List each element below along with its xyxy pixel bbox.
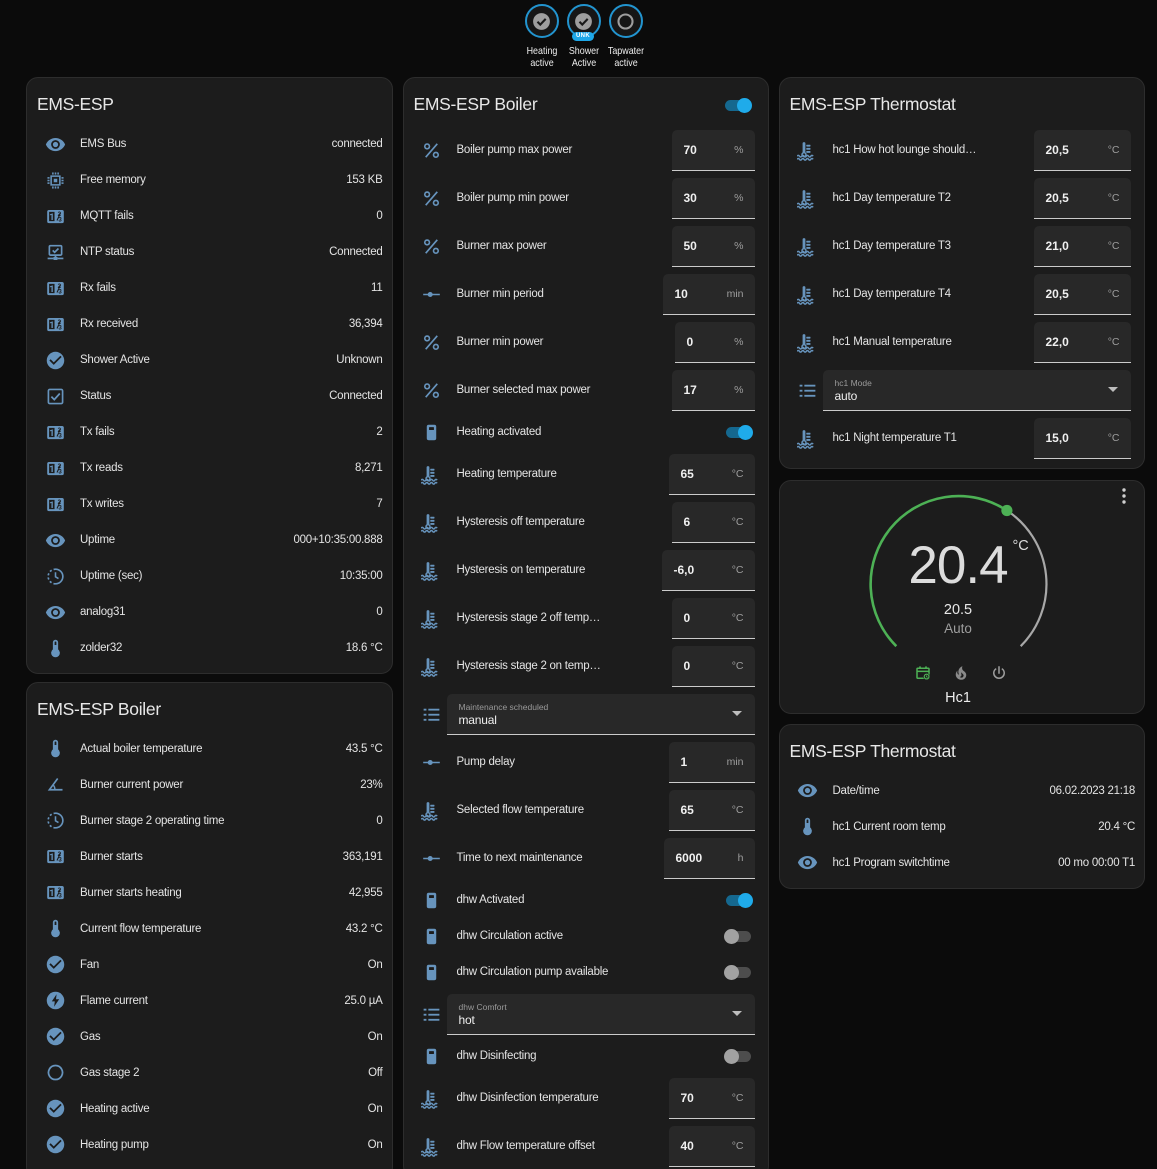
svg-text:3: 3 — [58, 856, 62, 863]
svg-text:3: 3 — [58, 432, 62, 439]
svg-text:3: 3 — [58, 504, 62, 511]
svg-text:3: 3 — [58, 288, 62, 295]
svg-text:3: 3 — [58, 324, 62, 331]
svg-text:3: 3 — [58, 468, 62, 475]
svg-text:3: 3 — [58, 892, 62, 899]
svg-text:3: 3 — [58, 216, 62, 223]
